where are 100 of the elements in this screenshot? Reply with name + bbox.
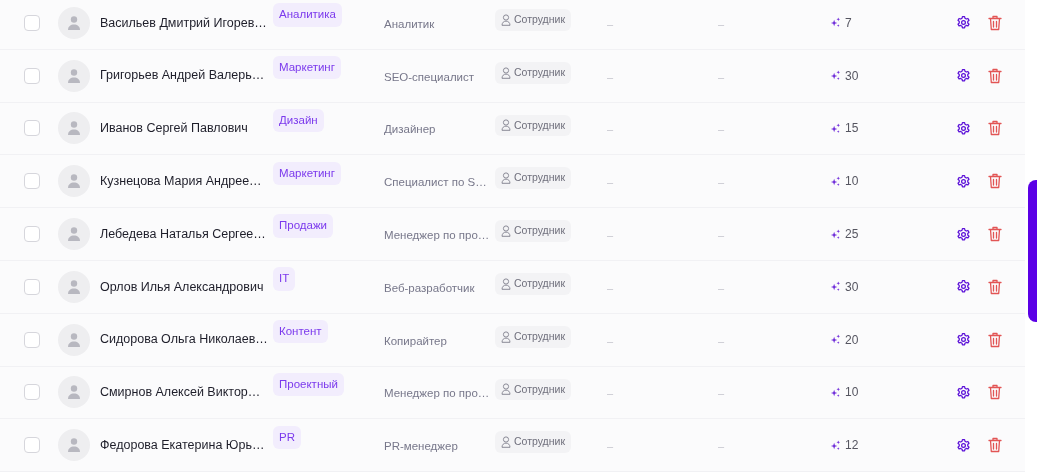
- sparkle-icon: [830, 70, 841, 82]
- role-text: Сотрудник: [514, 117, 565, 133]
- checkbox[interactable]: [24, 278, 40, 295]
- employee-name: Кузнецова Мария Андрее…: [100, 172, 263, 190]
- trash-icon[interactable]: [988, 120, 1002, 137]
- points-value: 15: [845, 120, 859, 138]
- user-icon: [501, 119, 511, 132]
- user-icon: [501, 225, 511, 238]
- user-icon: [67, 384, 81, 401]
- user-icon: [67, 331, 81, 348]
- sparkle-icon: [830, 228, 841, 240]
- position-text: Специалист по S…: [384, 176, 487, 189]
- department-tag: Аналитика: [273, 3, 342, 27]
- employee-name: Орлов Илья Александрович: [100, 278, 265, 296]
- checkbox[interactable]: [24, 173, 40, 190]
- trash-icon[interactable]: [988, 173, 1002, 190]
- department-tag: Дизайн: [273, 108, 324, 133]
- department-tag: Проектный: [273, 372, 344, 397]
- user-icon: [67, 226, 81, 243]
- checkbox[interactable]: [24, 226, 40, 243]
- department-tag: Продажи: [273, 214, 334, 238]
- employee-name: Федорова Екатерина Юрь…: [100, 436, 266, 454]
- trash-icon[interactable]: [988, 278, 1002, 295]
- employee-name: Сидорова Ольга Николаев…: [100, 331, 269, 349]
- side-tab[interactable]: [1028, 180, 1037, 322]
- empty-value: –: [718, 281, 725, 294]
- employee-name: Лебедева Наталья Сергее…: [100, 225, 267, 243]
- empty-value: –: [607, 387, 614, 400]
- sparkle-icon: [830, 175, 841, 187]
- empty-value: –: [718, 176, 725, 189]
- empty-value: –: [607, 123, 614, 136]
- settings-icon[interactable]: [956, 384, 971, 400]
- user-icon: [501, 13, 511, 26]
- trash-icon[interactable]: [988, 67, 1002, 84]
- user-icon: [67, 437, 81, 454]
- empty-value: –: [718, 229, 725, 242]
- user-icon: [67, 67, 81, 84]
- position-text: SEO-специалист: [384, 70, 475, 83]
- checkbox[interactable]: [24, 67, 40, 84]
- trash-icon[interactable]: [988, 437, 1002, 454]
- settings-icon[interactable]: [956, 121, 971, 136]
- role-text: Сотрудник: [514, 276, 565, 291]
- points-value: 10: [845, 384, 859, 402]
- settings-icon[interactable]: [956, 15, 971, 31]
- position-text: Аналитик: [384, 17, 435, 30]
- points-value: 10: [845, 173, 859, 191]
- checkbox[interactable]: [24, 14, 40, 31]
- trash-icon[interactable]: [988, 384, 1002, 401]
- empty-value: –: [607, 281, 614, 294]
- empty-value: –: [607, 70, 614, 83]
- user-icon: [67, 278, 81, 295]
- checkbox[interactable]: [24, 120, 40, 137]
- sparkle-icon: [830, 439, 841, 451]
- department-tag: Маркетинг: [273, 161, 341, 185]
- user-icon: [501, 172, 511, 185]
- checkbox[interactable]: [24, 331, 40, 348]
- role-text: Сотрудник: [514, 381, 565, 397]
- user-icon: [67, 14, 81, 31]
- settings-icon[interactable]: [956, 332, 971, 348]
- empty-value: –: [607, 229, 614, 242]
- department-tag: Маркетинг: [273, 56, 341, 80]
- role-text: Сотрудник: [514, 170, 565, 186]
- user-icon: [501, 277, 511, 290]
- role-text: Сотрудник: [514, 434, 565, 450]
- points-value: 25: [845, 226, 859, 244]
- sparkle-icon: [830, 281, 841, 293]
- employee-name: Григорьев Андрей Валерь…: [100, 67, 266, 85]
- empty-value: –: [718, 17, 725, 30]
- empty-value: –: [718, 440, 725, 453]
- trash-icon[interactable]: [988, 14, 1002, 31]
- settings-icon[interactable]: [956, 68, 971, 84]
- settings-icon[interactable]: [956, 226, 971, 242]
- empty-value: –: [718, 123, 725, 136]
- employee-name: Васильев Дмитрий Игорев…: [100, 14, 268, 32]
- points-value: 30: [845, 67, 859, 85]
- points-value: 12: [845, 437, 859, 455]
- trash-icon[interactable]: [988, 226, 1002, 243]
- settings-icon[interactable]: [956, 173, 971, 189]
- empty-value: –: [607, 440, 614, 453]
- checkbox[interactable]: [24, 437, 40, 454]
- department-tag: PR: [273, 425, 301, 449]
- empty-value: –: [718, 70, 725, 83]
- position-text: Менеджер по про…: [384, 387, 490, 400]
- empty-value: –: [607, 17, 614, 30]
- user-icon: [501, 383, 511, 396]
- user-icon: [67, 173, 81, 190]
- checkbox[interactable]: [24, 384, 40, 401]
- user-icon: [501, 66, 511, 79]
- empty-value: –: [607, 176, 614, 189]
- points-value: 7: [845, 14, 852, 32]
- settings-icon[interactable]: [956, 279, 971, 295]
- trash-icon[interactable]: [988, 331, 1002, 348]
- employee-name: Смирнов Алексей Виктор…: [100, 384, 262, 402]
- role-text: Сотрудник: [514, 223, 565, 239]
- points-value: 30: [845, 278, 859, 296]
- sparkle-icon: [830, 334, 841, 346]
- employee-name: Иванов Сергей Павлович: [100, 120, 249, 138]
- department-tag: IT: [273, 267, 296, 291]
- settings-icon[interactable]: [956, 437, 971, 453]
- empty-value: –: [718, 387, 725, 400]
